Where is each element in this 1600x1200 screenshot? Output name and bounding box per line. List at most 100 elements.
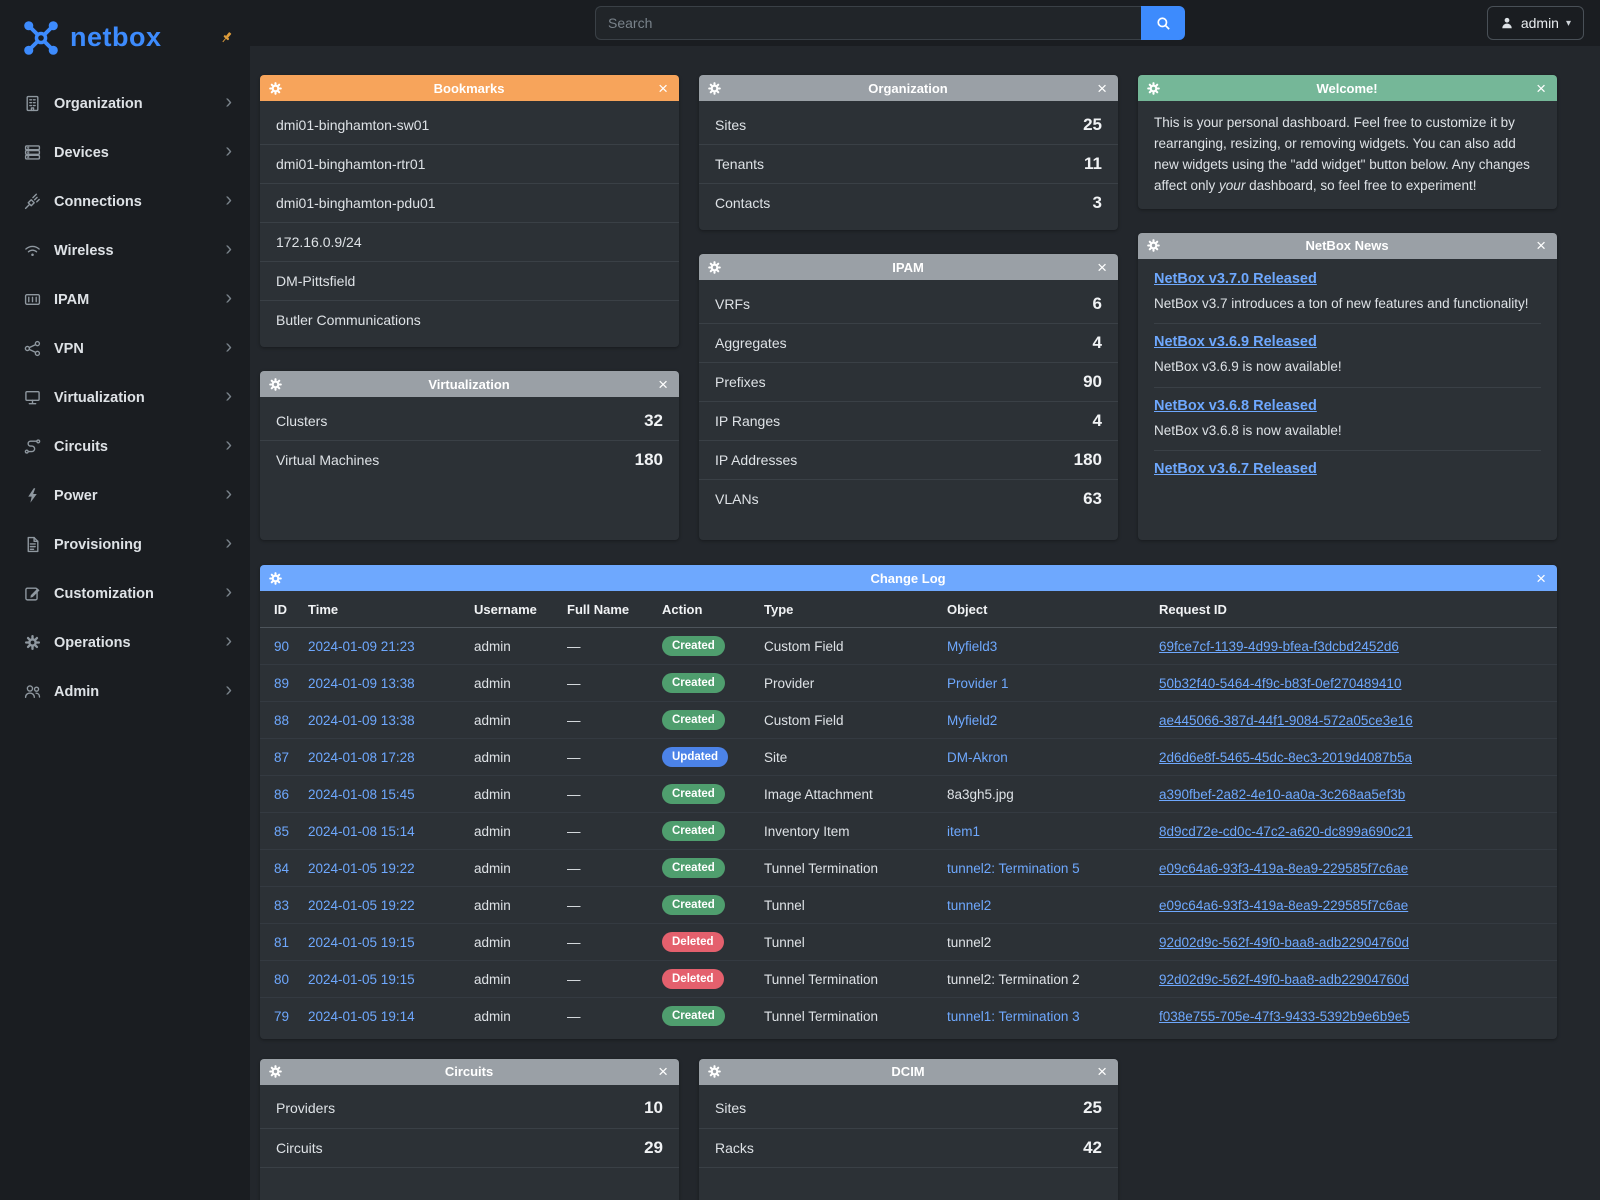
pin-sidebar-icon[interactable] <box>219 30 234 45</box>
sidebar-item-organization[interactable]: Organization › <box>0 79 250 128</box>
widget-config-icon[interactable] <box>1147 82 1160 95</box>
widget-close-icon[interactable]: × <box>1095 80 1109 97</box>
changelog-object-link[interactable]: DM-Akron <box>947 750 1008 765</box>
changelog-id-link[interactable]: 87 <box>274 750 289 765</box>
sidebar-item-power[interactable]: Power › <box>0 471 250 520</box>
changelog-object-link[interactable]: Provider 1 <box>947 676 1009 691</box>
changelog-request-link[interactable]: 8d9cd72e-cd0c-47c2-a620-dc899a690c21 <box>1159 824 1413 839</box>
widget-close-icon[interactable]: × <box>1534 237 1548 254</box>
action-badge: Created <box>662 636 725 656</box>
changelog-request-link[interactable]: 2d6d6e8f-5465-45dc-8ec3-2019d4087b5a <box>1159 750 1412 765</box>
widget-ipam: IPAM × VRFs 6 Aggregates 4 Prefixes 90 <box>699 254 1118 540</box>
widget-config-icon[interactable] <box>269 82 282 95</box>
action-badge: Deleted <box>662 932 724 952</box>
changelog-request-link[interactable]: ae445066-387d-44f1-9084-572a05ce3e16 <box>1159 713 1413 728</box>
bookmark-item[interactable]: 172.16.0.9/24 <box>260 222 679 261</box>
sidebar-item-customization[interactable]: Customization › <box>0 569 250 618</box>
widget-header: Bookmarks × <box>260 75 679 101</box>
widget-close-icon[interactable]: × <box>1095 1063 1109 1080</box>
changelog-id-link[interactable]: 81 <box>274 935 289 950</box>
sidebar-item-connections[interactable]: Connections › <box>0 177 250 226</box>
sidebar-item-vpn[interactable]: VPN › <box>0 324 250 373</box>
widget-close-icon[interactable]: × <box>656 1063 670 1080</box>
changelog-object-text[interactable]: tunnel2: Termination 2 <box>947 972 1080 987</box>
changelog-id-link[interactable]: 89 <box>274 676 289 691</box>
user-menu-button[interactable]: admin ▾ <box>1487 6 1584 40</box>
changelog-object-text[interactable]: tunnel2 <box>947 935 991 950</box>
changelog-request-link[interactable]: 69fce7cf-1139-4d99-bfea-f3dcbd2452d6 <box>1159 639 1399 654</box>
changelog-time-link[interactable]: 2024-01-08 17:28 <box>308 750 415 765</box>
changelog-object-text[interactable]: 8a3gh5.jpg <box>947 787 1014 802</box>
search-button[interactable] <box>1141 6 1185 40</box>
bookmark-item[interactable]: DM-Pittsfield <box>260 261 679 300</box>
stat-row: Tenants 11 <box>699 144 1118 183</box>
widget-config-icon[interactable] <box>708 1065 721 1078</box>
changelog-request-link[interactable]: e09c64a6-93f3-419a-8ea9-229585f7c6ae <box>1159 861 1408 876</box>
widget-config-icon[interactable] <box>269 378 282 391</box>
news-item: NetBox v3.6.7 Released <box>1154 450 1541 487</box>
changelog-time-link[interactable]: 2024-01-08 15:45 <box>308 787 415 802</box>
widget-config-icon[interactable] <box>708 82 721 95</box>
news-link[interactable]: NetBox v3.7.0 Released <box>1154 271 1317 287</box>
widget-close-icon[interactable]: × <box>1095 259 1109 276</box>
changelog-time-link[interactable]: 2024-01-05 19:15 <box>308 935 415 950</box>
bookmark-item[interactable]: dmi01-binghamton-rtr01 <box>260 144 679 183</box>
changelog-id-link[interactable]: 86 <box>274 787 289 802</box>
changelog-time-link[interactable]: 2024-01-05 19:14 <box>308 1009 415 1024</box>
changelog-request-link[interactable]: f038e755-705e-47f3-9433-5392b9e6b9e5 <box>1159 1009 1410 1024</box>
bookmark-item[interactable]: dmi01-binghamton-pdu01 <box>260 183 679 222</box>
changelog-id-link[interactable]: 80 <box>274 972 289 987</box>
news-link[interactable]: NetBox v3.6.9 Released <box>1154 334 1317 350</box>
changelog-time-link[interactable]: 2024-01-05 19:22 <box>308 898 415 913</box>
changelog-id-link[interactable]: 79 <box>274 1009 289 1024</box>
changelog-request-link[interactable]: 92d02d9c-562f-49f0-baa8-adb22904760d <box>1159 935 1409 950</box>
widget-close-icon[interactable]: × <box>656 80 670 97</box>
changelog-object-link[interactable]: Myfield3 <box>947 639 997 654</box>
widget-close-icon[interactable]: × <box>1534 570 1548 587</box>
news-link[interactable]: NetBox v3.6.8 Released <box>1154 398 1317 414</box>
sidebar-item-devices[interactable]: Devices › <box>0 128 250 177</box>
changelog-time-link[interactable]: 2024-01-09 21:23 <box>308 639 415 654</box>
changelog-time-link[interactable]: 2024-01-05 19:22 <box>308 861 415 876</box>
bookmark-item[interactable]: Butler Communications <box>260 300 679 339</box>
sidebar-item-admin[interactable]: Admin › <box>0 667 250 716</box>
sidebar-item-circuits[interactable]: Circuits › <box>0 422 250 471</box>
sidebar-item-provisioning[interactable]: Provisioning › <box>0 520 250 569</box>
widget-config-icon[interactable] <box>269 572 282 585</box>
changelog-time-link[interactable]: 2024-01-05 19:15 <box>308 972 415 987</box>
changelog-time-link[interactable]: 2024-01-08 15:14 <box>308 824 415 839</box>
changelog-id-link[interactable]: 90 <box>274 639 289 654</box>
changelog-object-link[interactable]: tunnel1: Termination 3 <box>947 1009 1080 1024</box>
stat-value: 25 <box>1083 115 1102 135</box>
changelog-request-link[interactable]: 50b32f40-5464-4f9c-b83f-0ef270489410 <box>1159 676 1401 691</box>
changelog-object-link[interactable]: Myfield2 <box>947 713 997 728</box>
changelog-id-link[interactable]: 88 <box>274 713 289 728</box>
search-input[interactable] <box>595 6 1141 40</box>
news-link[interactable]: NetBox v3.6.7 Released <box>1154 461 1317 477</box>
stat-value: 32 <box>644 411 663 431</box>
bookmark-item[interactable]: dmi01-binghamton-sw01 <box>260 105 679 144</box>
changelog-object-link[interactable]: tunnel2: Termination 5 <box>947 861 1080 876</box>
sidebar-item-operations[interactable]: Operations › <box>0 618 250 667</box>
widget-config-icon[interactable] <box>1147 239 1160 252</box>
changelog-request-link[interactable]: e09c64a6-93f3-419a-8ea9-229585f7c6ae <box>1159 898 1408 913</box>
widget-close-icon[interactable]: × <box>656 376 670 393</box>
changelog-request-link[interactable]: 92d02d9c-562f-49f0-baa8-adb22904760d <box>1159 972 1409 987</box>
changelog-username: admin <box>474 713 511 728</box>
changelog-id-link[interactable]: 84 <box>274 861 289 876</box>
changelog-object-link[interactable]: item1 <box>947 824 980 839</box>
changelog-time-link[interactable]: 2024-01-09 13:38 <box>308 713 415 728</box>
changelog-request-link[interactable]: a390fbef-2a82-4e10-aa0a-3c268aa5ef3b <box>1159 787 1405 802</box>
changelog-object-link[interactable]: tunnel2 <box>947 898 991 913</box>
changelog-time-link[interactable]: 2024-01-09 13:38 <box>308 676 415 691</box>
sidebar-item-virtualization[interactable]: Virtualization › <box>0 373 250 422</box>
changelog-id-link[interactable]: 85 <box>274 824 289 839</box>
brand[interactable]: netbox <box>0 0 250 75</box>
sidebar-item-wireless[interactable]: Wireless › <box>0 226 250 275</box>
changelog-id-link[interactable]: 83 <box>274 898 289 913</box>
widget-config-icon[interactable] <box>269 1065 282 1078</box>
widget-close-icon[interactable]: × <box>1534 80 1548 97</box>
stat-row: Prefixes 90 <box>699 362 1118 401</box>
sidebar-item-ipam[interactable]: IPAM › <box>0 275 250 324</box>
widget-config-icon[interactable] <box>708 261 721 274</box>
